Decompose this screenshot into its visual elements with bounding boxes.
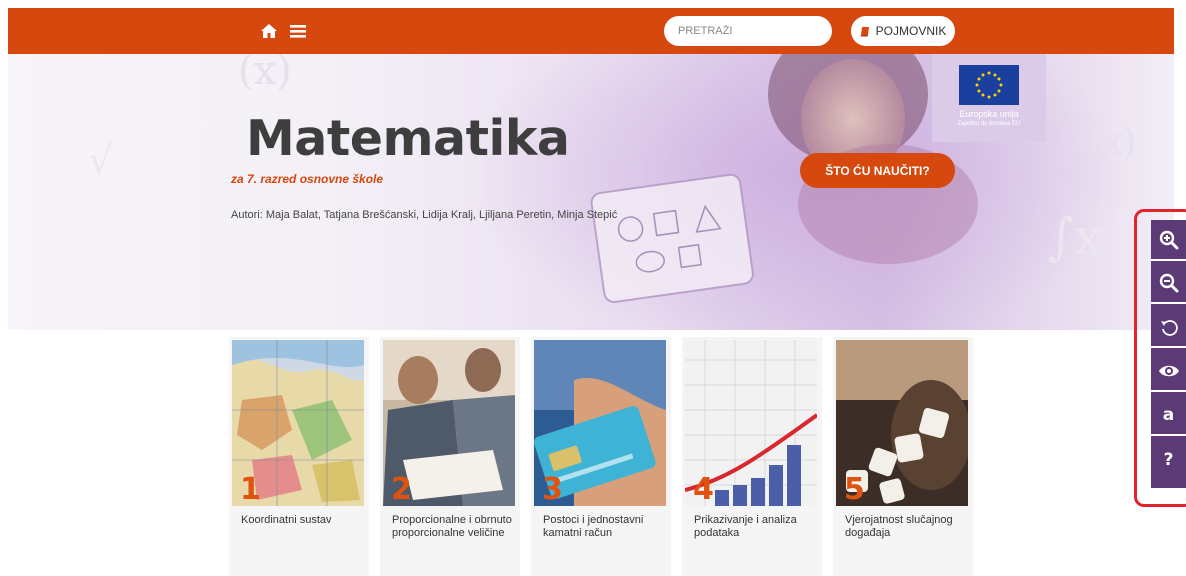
- search-input[interactable]: [664, 16, 832, 46]
- zoom-in-icon: [1159, 230, 1178, 249]
- eye-icon: [1158, 365, 1179, 376]
- chapter-title: Postoci i jednostavni kamatni račun: [543, 514, 644, 539]
- chapter-number: 2: [391, 472, 412, 507]
- zoom-out-button[interactable]: [1151, 263, 1186, 304]
- contrast-button[interactable]: [1151, 351, 1186, 392]
- help-icon: ?: [1163, 449, 1174, 470]
- chapter-title: Vjerojatnost slučajnog događaja: [845, 514, 953, 539]
- reset-button[interactable]: [1151, 307, 1186, 348]
- glossary-button[interactable]: POJMOVNIK: [851, 16, 955, 46]
- eu-flag-icon: [959, 65, 1019, 105]
- reset-icon: [1160, 319, 1178, 336]
- zoom-out-icon: [1159, 273, 1178, 292]
- what-will-i-learn-button[interactable]: ŠTO ĆU NAUČITI?: [800, 153, 955, 188]
- eu-sublabel: Zajedno do fondova EU: [957, 121, 1021, 127]
- font-button[interactable]: a: [1151, 395, 1186, 436]
- chapter-title: Koordinatni sustav: [241, 514, 332, 526]
- chapter-card-2[interactable]: 2 Proporcionalne i obrnuto proporcionaln…: [380, 337, 520, 576]
- chapter-title: Proporcionalne i obrnuto proporcionalne …: [392, 514, 512, 539]
- page-title: Matematika: [246, 110, 570, 167]
- chapter-number: 3: [542, 472, 563, 507]
- chapter-card-4[interactable]: 4 Prikazivanje i analiza podataka: [682, 337, 822, 576]
- accessibility-toolbar: a ?: [1151, 220, 1186, 488]
- top-navigation-bar: POJMOVNIK: [8, 8, 1174, 54]
- chapter-number: 1: [240, 472, 261, 507]
- svg-text:√: √: [88, 138, 114, 184]
- home-icon[interactable]: [260, 22, 278, 40]
- chapter-title: Prikazivanje i analiza podataka: [694, 514, 797, 539]
- svg-text:∫x: ∫x: [1048, 208, 1102, 266]
- font-icon: a: [1162, 404, 1175, 425]
- hamburger-menu-icon[interactable]: [290, 23, 306, 39]
- hero-banner: (x) ∫x √ (x) Europska unija Zajedno do f…: [8, 54, 1174, 330]
- book-icon: [860, 26, 869, 36]
- svg-text:(x): (x): [238, 54, 292, 94]
- chapter-card-3[interactable]: 3 Postoci i jednostavni kamatni račun: [531, 337, 671, 576]
- glossary-label: POJMOVNIK: [875, 24, 947, 38]
- eu-funding-badge: Europska unija Zajedno do fondova EU: [932, 54, 1046, 142]
- svg-text:(x): (x): [1088, 122, 1136, 163]
- chapter-card-5[interactable]: 5 Vjerojatnost slučajnog događaja: [833, 337, 973, 576]
- page-subtitle: za 7. razred osnovne škole: [231, 172, 384, 186]
- help-button[interactable]: ?: [1151, 439, 1186, 480]
- chapter-number: 5: [844, 472, 865, 507]
- chapter-card-1[interactable]: 1 Koordinatni sustav: [229, 337, 369, 576]
- chapter-number: 4: [693, 472, 714, 507]
- zoom-in-button[interactable]: [1151, 220, 1186, 261]
- authors-text: Autori: Maja Balat, Tatjana Brešćanski, …: [231, 209, 618, 221]
- eu-label: Europska unija: [959, 109, 1019, 119]
